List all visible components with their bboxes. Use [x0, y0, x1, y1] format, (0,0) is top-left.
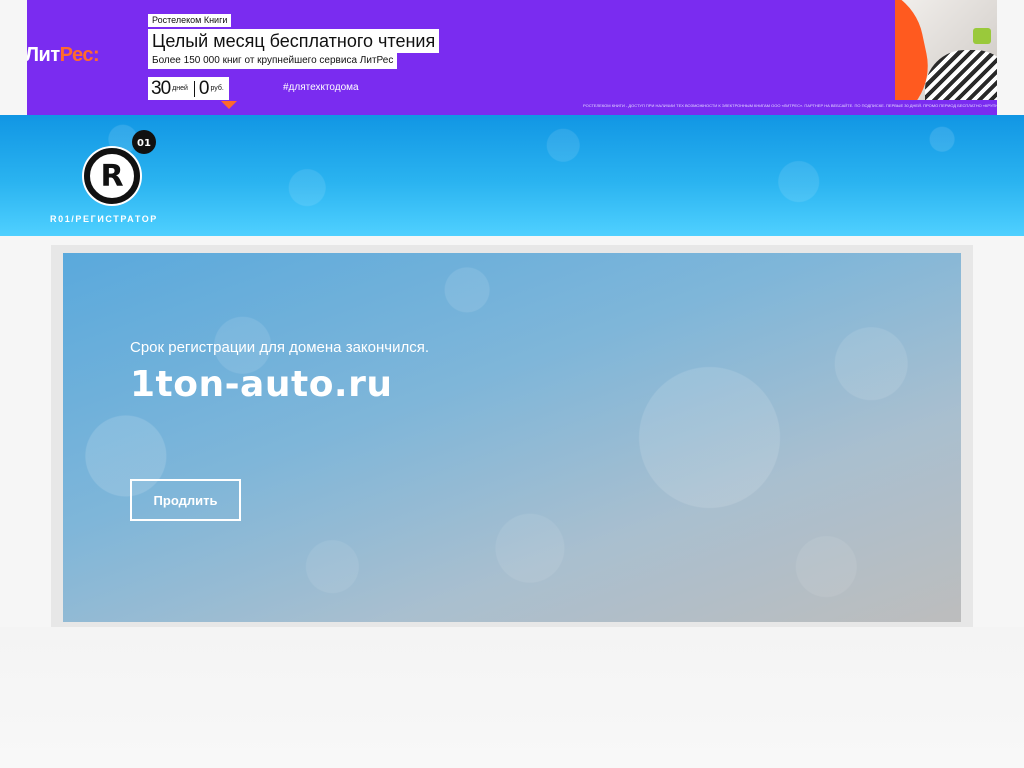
ad-brand-logo: ЛитРес: — [27, 44, 100, 67]
ad-mug-shape — [973, 28, 991, 44]
domain-name: 1ton-auto.ru — [130, 364, 393, 405]
ad-offer-price: 0 — [198, 77, 210, 99]
logo-letter: R — [100, 159, 123, 194]
logo-badge: 01 — [137, 138, 151, 149]
ad-headline: Целый месяц бесплатного чтения — [148, 29, 440, 53]
expiry-status-text: Срок регистрации для домена закончился. — [130, 339, 430, 356]
ad-fine-print: РОСТЕЛЕКОМ КНИГИ - ДОСТУП ПРИ НАЛИЧИИ ТЕ… — [583, 103, 997, 108]
renew-button[interactable]: Продлить — [130, 479, 241, 521]
ad-offer-price-unit: руб. — [210, 85, 224, 92]
page-footer-area — [0, 627, 1024, 768]
ad-pointer-icon — [221, 101, 237, 109]
logo-text: R01/РЕГИСТРАТОР — [50, 214, 158, 224]
ad-offer-divider — [193, 80, 195, 97]
site-header: R 01 R01/РЕГИСТРАТОР — [0, 115, 1024, 236]
ad-hashtag: #длятехктодома — [283, 82, 359, 93]
registrar-logo[interactable]: R 01 R01/РЕГИСТРАТОР — [50, 130, 180, 230]
ad-person-shape — [925, 50, 997, 100]
ad-offer-days: 30 — [151, 77, 171, 99]
ad-subline: Более 150 000 книг от крупнейшего сервис… — [148, 53, 398, 69]
ad-brand-prefix: Лит — [27, 44, 60, 66]
ad-photo — [895, 0, 997, 100]
ad-offer-days-unit: дней — [172, 85, 188, 92]
ad-banner[interactable]: ЛитРес: Ростелеком Книги Целый месяц бес… — [27, 0, 997, 115]
ad-brand-suffix: Рес: — [59, 44, 100, 66]
ad-tag: Ростелеком Книги — [148, 14, 232, 27]
hero-panel: Срок регистрации для домена закончился. … — [63, 253, 961, 622]
registered-mark-icon: R 01 — [82, 130, 156, 206]
ad-offer: 30 дней 0 руб. — [148, 77, 229, 100]
